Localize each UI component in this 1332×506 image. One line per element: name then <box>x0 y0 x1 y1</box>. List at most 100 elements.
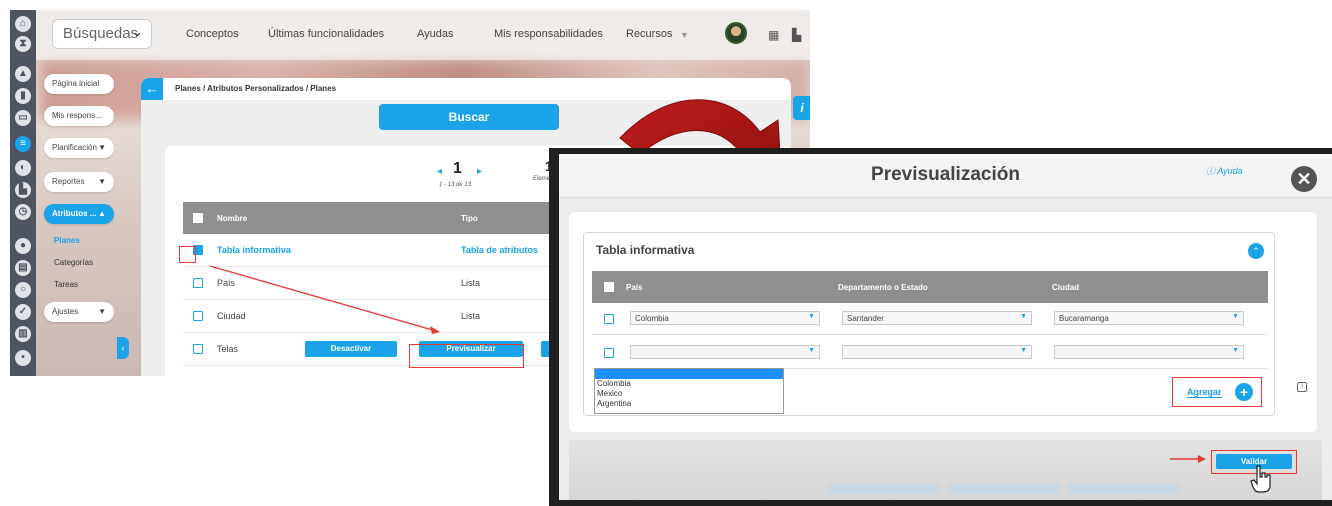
nav-mis-responsabilidades[interactable]: Mis responsabilidades <box>494 28 603 40</box>
row-type: Lista <box>461 278 481 288</box>
column-header-departamento: Departamento o Estado <box>838 283 928 292</box>
row-checkbox[interactable] <box>193 278 203 288</box>
table-header: País Departamento o Estado Ciudad <box>592 271 1268 303</box>
dropdown-arrow-icon: ▼ <box>808 313 815 320</box>
state-select[interactable]: ▼ <box>842 345 1032 359</box>
monitor-icon[interactable]: ▭ <box>15 110 31 126</box>
chevron-down-icon: ▼ <box>680 30 689 40</box>
sidebar-item-pagina-inicial[interactable]: Página inicial <box>44 74 114 94</box>
clock-icon[interactable]: ◷ <box>15 204 31 220</box>
help-label: Ayuda <box>1217 166 1243 176</box>
more-icon[interactable]: • <box>15 350 31 366</box>
city-select[interactable]: Bucaramanga ▼ <box>1054 311 1244 325</box>
page-number: 1 <box>453 160 462 177</box>
country-select[interactable]: ▼ <box>630 345 820 359</box>
upload-icon[interactable]: ▲ <box>15 66 31 82</box>
top-bar: Búsquedas ⌄ Conceptos Últimas funcionali… <box>36 10 810 60</box>
validate-pointer-arrow <box>1170 455 1206 463</box>
row-checkbox[interactable] <box>193 311 203 321</box>
icon-rail: ⌂ ⧗ ▲ ▮ ▭ ≡ ◐ ▙ ◷ ● ▤ ○ ✓ ▥ • <box>10 10 36 376</box>
table-row: ▼ ▼ ▼ <box>592 337 1268 369</box>
sidebar-item-planificacion[interactable]: Planificación ▼ <box>44 138 114 158</box>
sidebar-item-label: Página inicial <box>52 79 100 88</box>
column-header-pais: País <box>626 283 643 292</box>
building-icon[interactable]: ▙ <box>792 28 801 42</box>
sidebar-subitem-tareas[interactable]: Tareas <box>54 280 78 289</box>
circle-icon[interactable]: ● <box>15 238 31 254</box>
chart-icon[interactable]: ▮ <box>15 88 31 104</box>
dropdown-option-highlighted[interactable] <box>595 369 783 379</box>
row-name: Ciudad <box>217 311 246 321</box>
dropdown-option[interactable]: Colombia <box>595 379 783 389</box>
nav-ultimas-funcionalidades[interactable]: Últimas funcionalidades <box>268 28 384 40</box>
collapse-icon[interactable]: ⌃ <box>1248 243 1264 259</box>
city-select[interactable]: ▼ <box>1054 345 1244 359</box>
hourglass-icon[interactable]: ⧗ <box>15 36 31 52</box>
prev-page-icon[interactable]: ◂ <box>437 166 442 177</box>
row-name: Telas <box>217 344 239 354</box>
check-icon[interactable]: ✓ <box>15 304 31 320</box>
dropdown-option[interactable]: Argentina <box>595 399 783 409</box>
state-select[interactable]: Santander ▼ <box>842 311 1032 325</box>
hand-cursor-icon <box>1250 465 1271 493</box>
close-icon[interactable]: ✕ <box>1291 166 1317 192</box>
select-value: Colombia <box>635 314 669 323</box>
avatar[interactable] <box>725 22 747 44</box>
select-value: Bucaramanga <box>1059 314 1109 323</box>
row-checkbox[interactable] <box>193 344 203 354</box>
column-header-nombre: Nombre <box>217 214 248 223</box>
home-icon[interactable]: ⌂ <box>15 16 31 32</box>
select-all-checkbox[interactable] <box>604 282 614 292</box>
search-dropdown[interactable]: Búsquedas ⌄ <box>52 19 152 49</box>
help-link[interactable]: ⓘ Ayuda <box>1206 164 1243 177</box>
country-select[interactable]: Colombia ▼ <box>630 311 820 325</box>
background-bar <box>829 484 939 494</box>
nav-recursos[interactable]: Recursos <box>626 28 672 40</box>
search-button[interactable]: Buscar <box>379 104 559 130</box>
dropdown-option[interactable]: Mexico <box>595 389 783 399</box>
sidebar-item-label: Reportes <box>52 177 85 186</box>
sidebar-item-atributos[interactable]: Atributos ... ▲ <box>44 204 114 224</box>
deactivate-button[interactable]: Desactivar <box>305 341 397 357</box>
preview-highlight <box>409 344 524 368</box>
add-row-link[interactable]: Agregar <box>1187 387 1222 398</box>
column-header-ciudad: Ciudad <box>1052 283 1080 292</box>
sidebar-item-label: Mis respons... <box>52 111 102 120</box>
plans-icon[interactable]: ≡ <box>15 136 31 152</box>
building-icon[interactable]: ▙ <box>15 182 31 198</box>
dropdown-arrow-icon: ▼ <box>1020 347 1027 354</box>
add-row-highlight: Agregar + <box>1172 377 1262 407</box>
sidebar-item-reportes[interactable]: Reportes ▼ <box>44 172 114 192</box>
sidebar-subitem-categorias[interactable]: Categorías <box>54 258 93 267</box>
search-label: Búsquedas <box>63 25 139 42</box>
row-name: Tabla informativa <box>217 245 291 255</box>
checkbox-highlight <box>179 246 196 263</box>
sidebar-item-ajustes[interactable]: Ajustes ▼ <box>44 302 114 322</box>
select-value: Santander <box>847 314 884 323</box>
sidebar-item-label: Planificación <box>52 143 97 152</box>
cycle-icon[interactable]: ○ <box>15 282 31 298</box>
nav-conceptos[interactable]: Conceptos <box>186 28 239 40</box>
add-icon[interactable]: + <box>1235 383 1253 401</box>
archive-icon[interactable]: ▥ <box>15 326 31 342</box>
background-bar <box>949 484 1059 494</box>
caret-down-icon: ▼ <box>98 307 106 316</box>
select-all-checkbox[interactable] <box>193 213 203 223</box>
row-checkbox[interactable] <box>604 314 614 324</box>
next-page-icon[interactable]: ▸ <box>477 166 482 177</box>
globe-icon[interactable]: ◐ <box>15 160 31 176</box>
calendar-icon[interactable]: ▦ <box>768 28 779 42</box>
right-screenshot: Previsualización ⓘ Ayuda ✕ Tabla informa… <box>549 148 1332 506</box>
document-icon[interactable]: ▤ <box>15 260 31 276</box>
table-row: Colombia ▼ Santander ▼ Bucaramanga ▼ <box>592 303 1268 335</box>
caret-down-icon: ▼ <box>98 177 106 186</box>
info-icon[interactable]: i <box>1297 382 1307 392</box>
sidebar-subitem-planes[interactable]: Planes <box>54 236 80 245</box>
row-checkbox[interactable] <box>604 348 614 358</box>
modal-header: Previsualización ⓘ Ayuda ✕ <box>559 154 1332 198</box>
sidebar-item-mis-responsabilidades[interactable]: Mis respons... <box>44 106 114 126</box>
back-arrow-icon[interactable]: ← <box>141 78 163 100</box>
section-title: Tabla informativa <box>596 243 695 257</box>
sidebar-collapse-tab[interactable]: ‹ <box>117 337 129 359</box>
nav-ayudas[interactable]: Ayudas <box>417 28 454 40</box>
